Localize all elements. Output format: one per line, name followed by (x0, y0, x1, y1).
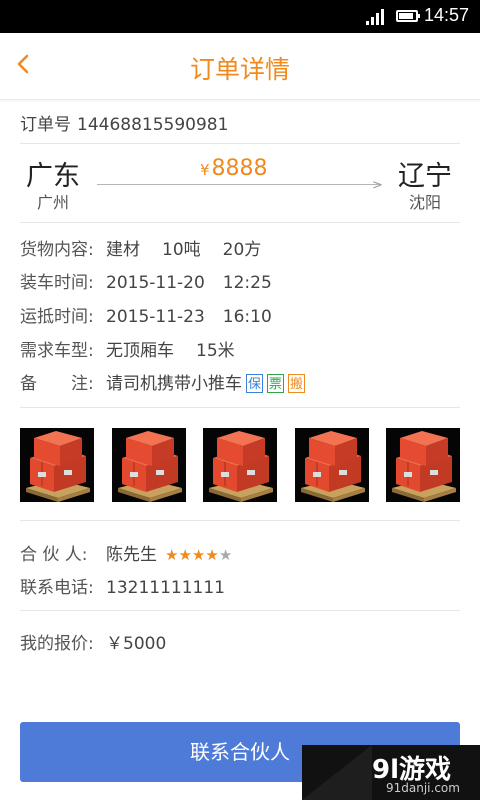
watermark-url: 91danji.com (386, 781, 460, 795)
status-time: 14:57 (424, 5, 470, 25)
cargo-photo[interactable] (112, 428, 186, 502)
order-number-label: 订单号 (20, 115, 71, 135)
cargo-label: 货物内容: (20, 240, 94, 260)
cargo-photo[interactable] (203, 428, 277, 502)
order-number-value: 14468815590981 (77, 115, 229, 135)
my-quote-value: ￥5000 (106, 634, 167, 654)
route-arrow (97, 184, 379, 185)
vehicle-label: 需求车型: (20, 341, 94, 361)
currency-symbol: ¥ (200, 161, 210, 179)
phone-row: 联系电话: 13211111111 (20, 573, 225, 598)
divider (20, 222, 460, 223)
star-filled-icon: ★ (191, 546, 206, 564)
load-time: 12:25 (222, 273, 272, 293)
partner-label: 合 伙 人: (20, 545, 88, 565)
insurance-tag: 保 (246, 374, 263, 393)
cargo-photo[interactable] (295, 428, 369, 502)
note-label: 备 注: (20, 374, 94, 394)
origin-city: 广州 (37, 193, 70, 212)
vehicle-type: 无顶厢车 (106, 341, 174, 361)
signal-icon (366, 9, 388, 25)
note-row: 备 注: 请司机携带小推车保票搬 (20, 369, 305, 394)
star-filled-icon: ★ (165, 546, 179, 564)
header-bar: 订单详情 (0, 33, 480, 100)
destination-province: 辽宁 (398, 161, 452, 192)
partner-name: 陈先生 (106, 545, 157, 565)
order-number-row: 订单号 14468815590981 (20, 110, 228, 135)
watermark-logo: 9l游戏 91danji.com (302, 745, 480, 800)
freight-price: ¥8888 (200, 156, 268, 181)
star-filled-icon: ★ (205, 546, 219, 564)
divider (20, 520, 460, 521)
load-time-row: 装车时间: 2015-11-20 12:25 (20, 268, 272, 293)
cargo-weight: 10吨 (162, 240, 201, 260)
status-bar: 14:57 (0, 0, 480, 33)
cargo-type: 建材 (106, 240, 140, 260)
arrive-time-label: 运抵时间: (20, 307, 94, 327)
vehicle-row: 需求车型: 无顶厢车 15米 (20, 336, 235, 361)
battery-icon (396, 10, 420, 22)
moving-tag: 搬 (288, 374, 305, 393)
load-time-label: 装车时间: (20, 273, 94, 293)
price-value: 8888 (211, 156, 268, 181)
divider (20, 143, 460, 144)
page-title: 订单详情 (189, 55, 290, 84)
arrow-right-icon: > (372, 178, 383, 193)
destination-city: 沈阳 (409, 193, 442, 212)
my-quote-label: 我的报价: (20, 634, 94, 654)
vehicle-length: 15米 (196, 341, 235, 361)
origin-province: 广东 (26, 161, 80, 192)
note-text: 请司机携带小推车 (106, 374, 242, 394)
load-date: 2015-11-20 (106, 273, 205, 293)
phone-number[interactable]: 13211111111 (106, 578, 225, 598)
arrive-date: 2015-11-23 (106, 307, 205, 327)
divider (20, 610, 460, 611)
divider (20, 407, 460, 408)
phone-label: 联系电话: (20, 578, 94, 598)
invoice-tag: 票 (267, 374, 284, 393)
star-empty-icon: ★ (218, 546, 233, 564)
star-filled-icon: ★ (178, 546, 192, 564)
arrive-time-row: 运抵时间: 2015-11-23 16:10 (20, 302, 272, 327)
partner-row: 合 伙 人: 陈先生 ★★★★★ (20, 540, 232, 565)
partner-rating: ★★★★★ (165, 545, 232, 565)
cargo-volume: 20方 (222, 240, 262, 260)
my-quote-row: 我的报价: ￥5000 (20, 629, 166, 654)
arrive-time: 16:10 (222, 307, 272, 327)
cargo-row: 货物内容: 建材 10吨 20方 (20, 235, 261, 260)
cargo-photo[interactable] (20, 428, 94, 502)
cargo-photo[interactable] (386, 428, 460, 502)
